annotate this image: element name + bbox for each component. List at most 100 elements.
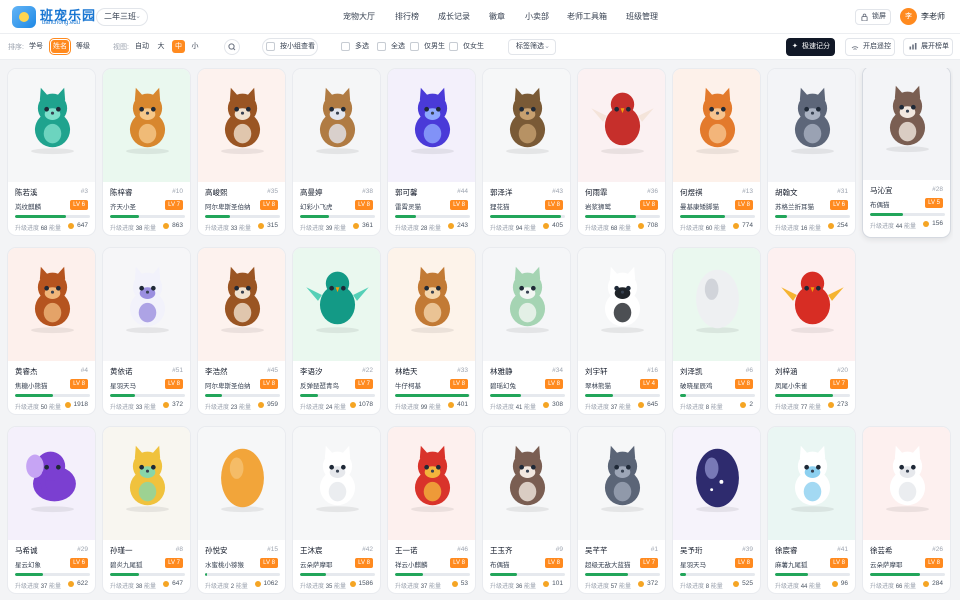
view-option-medium[interactable]: 中 [172, 40, 185, 53]
nav-item-leaderboard[interactable]: 排行榜 [392, 8, 422, 26]
student-pet-card[interactable]: 郭泽洋 #43 狸花猫 LV 8 升级进度 94 能量 405 [482, 68, 571, 236]
energy-unit: 能量 [49, 584, 62, 590]
pet-name: 布偶猫 [870, 202, 890, 209]
student-pet-card[interactable]: 高峻熙 #35 阿尔卑斯圣伯纳 LV 8 升级进度 33 能量 315 [197, 68, 286, 236]
lock-screen-button[interactable]: 锁屏 [855, 9, 891, 25]
pet-portrait [8, 427, 95, 540]
energy-unit: 能量 [239, 226, 252, 232]
nav-item-pet-hall[interactable]: 宠物大厅 [338, 8, 380, 26]
view-label: 视图: [113, 44, 129, 51]
student-pet-card[interactable]: 刘宇轩 #16 翠林熊猫 LV 4 升级进度 37 能量 645 [577, 247, 666, 415]
progress-value: 33 [230, 226, 238, 232]
student-pet-card[interactable]: 孙悦安 #15 水蜜桃小猕猴 LV 8 升级进度 2 能量 1062 [197, 426, 286, 594]
rabbit-icon [506, 266, 549, 334]
progress-value: 66 [895, 584, 903, 590]
student-pet-card[interactable]: 刘泽凯 #6 破晓星辰鸡 LV 8 升级进度 8 能量 2 [672, 247, 761, 415]
student-pet-card[interactable]: 王一诺 #46 祥云小麒麟 LV 8 升级进度 37 能量 53 [387, 426, 476, 594]
upgrade-progress-bar [110, 215, 185, 218]
quick-score-button[interactable]: ✦ 极速记分 [786, 38, 835, 56]
nav-item-shop[interactable]: 小卖部 [522, 8, 552, 26]
student-pet-card[interactable]: 何煜祺 #13 曼基康矮脚猫 LV 8 升级进度 60 能量 774 [672, 68, 761, 236]
lock-screen-label: 锁屏 [872, 13, 886, 20]
student-pet-card[interactable]: 林雅静 #34 碧瑶幻兔 LV 8 升级进度 41 能量 308 [482, 247, 571, 415]
class-selector[interactable]: 二年三班 ⌄ [96, 8, 148, 26]
avatar[interactable]: 李 [900, 8, 917, 25]
student-pet-card[interactable]: 李语汐 #22 反弹琵琶青鸟 LV 7 升级进度 24 能量 1078 [292, 247, 381, 415]
progress-prefix: 升级进度 [110, 405, 135, 411]
student-pet-card[interactable]: 王沐宸 #42 云朵萨摩耶 LV 8 升级进度 35 能量 1586 [292, 426, 381, 594]
student-pet-card[interactable]: 徐芸希 #26 云朵萨摩耶 LV 8 升级进度 66 能量 284 [862, 426, 951, 594]
progress-fill [300, 394, 318, 397]
remote-control-button[interactable]: 开启遥控 [845, 38, 895, 56]
upgrade-progress-bar [205, 215, 280, 218]
student-name: 林雅静 [490, 367, 513, 376]
student-pet-card[interactable]: 马希诚 #29 星云幻象 LV 6 升级进度 37 能量 622 [7, 426, 96, 594]
search-button[interactable] [224, 39, 240, 55]
view-option-large[interactable]: 大 [155, 40, 167, 53]
student-name: 高峻熙 [205, 188, 228, 197]
boys-only-toggle[interactable]: 仅男生 [410, 42, 445, 52]
sort-option-level[interactable]: 等级 [75, 40, 91, 53]
sort-option-number[interactable]: 学号 [28, 40, 44, 53]
level-badge: LV 7 [830, 379, 848, 389]
student-name: 李浩然 [205, 367, 228, 376]
student-pet-card[interactable]: 孙瑾一 #8 碧炎九尾狐 LV 7 升级进度 38 能量 647 [102, 426, 191, 594]
pet-name: 水蜜桃小猕猴 [205, 562, 244, 569]
progress-text: 升级进度 33 能量 [205, 223, 251, 232]
teacher-name[interactable]: 李老师 [921, 9, 945, 25]
pet-portrait [483, 427, 570, 540]
nav-item-class-admin[interactable]: 班级管理 [624, 8, 660, 26]
student-pet-card[interactable]: 刘梓涵 #20 凤尾小朱雀 LV 7 升级进度 77 能量 273 [767, 247, 856, 415]
tag-filter-label: 标签筛选 [516, 43, 544, 50]
student-pet-card[interactable]: 陈梓睿 #10 齐天小圣 LV 7 升级进度 38 能量 863 [102, 68, 191, 236]
girls-only-toggle[interactable]: 仅女生 [449, 42, 484, 52]
student-pet-card[interactable]: 林皓天 #33 牛仔柯基 LV 8 升级进度 99 能量 401 [387, 247, 476, 415]
student-pet-card[interactable]: 黄依诺 #51 星羽天马 LV 8 升级进度 33 能量 372 [102, 247, 191, 415]
student-pet-card[interactable]: 高曼婷 #38 幻彩小飞虎 LV 8 升级进度 39 能量 361 [292, 68, 381, 236]
energy-unit: 能量 [904, 224, 917, 230]
group-view-toggle[interactable]: 按小组查看 [266, 42, 315, 52]
ragdoll-cat-icon [886, 85, 929, 153]
student-pet-card[interactable]: 李浩然 #45 阿尔卑斯圣伯纳 LV 8 升级进度 23 能量 959 [197, 247, 286, 415]
student-pet-card[interactable]: 吴予珩 #39 星羽天马 LV 8 升级进度 8 能量 525 [672, 426, 761, 594]
nav-item-badges[interactable]: 徽章 [486, 8, 508, 26]
pet-portrait [198, 69, 285, 182]
chevron-down-icon: ⌄ [135, 13, 141, 20]
student-pet-card[interactable]: 徐宸睿 #41 麻薯九尾狐 LV 8 升级进度 44 能量 96 [767, 426, 856, 594]
student-pet-card[interactable]: 郭可馨 #44 雷霄灵猫 LV 8 升级进度 28 能量 243 [387, 68, 476, 236]
progress-value: 8 [705, 584, 710, 590]
student-name: 徐宸睿 [775, 546, 798, 555]
nav-item-teacher-tools[interactable]: 老师工具箱 [566, 8, 608, 26]
student-name: 吴芊芊 [585, 546, 608, 555]
student-pet-card[interactable]: 陈若溪 #3 岚纹麒麟 LV 6 升级进度 68 能量 647 [7, 68, 96, 236]
student-number: #6 [745, 367, 753, 374]
pet-name: 雷霄灵猫 [395, 204, 421, 211]
class-selector-label: 二年三班 [104, 12, 136, 21]
dog-icon [221, 266, 264, 334]
select-all-toggle[interactable]: 全选 [377, 42, 405, 52]
app-logo[interactable]: 班宠乐园 banchong.edu [12, 5, 95, 29]
student-number: #13 [742, 188, 753, 195]
sort-option-name[interactable]: 姓名 [49, 38, 71, 55]
student-pet-card[interactable]: 胡翰文 #31 苏格兰折耳猫 LV 6 升级进度 16 能量 254 [767, 68, 856, 236]
samoyed-icon [316, 445, 359, 513]
view-option-auto[interactable]: 自动 [133, 40, 151, 53]
monkey-icon [126, 87, 169, 155]
coin-balance: 273 [828, 401, 848, 408]
pet-name: 曼基康矮脚猫 [680, 204, 719, 211]
expand-leaderboard-button[interactable]: 展开榜单 [903, 38, 953, 56]
student-pet-card[interactable]: 吴芊芊 #1 超级无敌大蓝猫 LV 7 升级进度 57 能量 372 [577, 426, 666, 594]
student-pet-card[interactable]: 王玉齐 #9 布偶猫 LV 8 升级进度 36 能量 101 [482, 426, 571, 594]
progress-prefix: 升级进度 [490, 226, 515, 232]
student-pet-card[interactable]: 何雨霏 #36 岩浆狮鹫 LV 8 升级进度 68 能量 708 [577, 68, 666, 236]
view-option-small[interactable]: 小 [189, 40, 201, 53]
multi-select-toggle[interactable]: 多选 [341, 42, 369, 52]
student-name: 王一诺 [395, 546, 418, 555]
student-name: 王玉齐 [490, 546, 513, 555]
pet-portrait [578, 427, 665, 540]
student-pet-card[interactable]: 马沁宜 #28 布偶猫 LV 5 升级进度 44 能量 156 [862, 68, 951, 238]
student-number: #10 [172, 188, 183, 195]
tag-filter-dropdown[interactable]: 标签筛选 ⌄ [508, 39, 556, 55]
nav-item-growth-log[interactable]: 成长记录 [436, 8, 472, 26]
student-pet-card[interactable]: 黄睿杰 #4 焦糖小熊猫 LV 8 升级进度 50 能量 1918 [7, 247, 96, 415]
